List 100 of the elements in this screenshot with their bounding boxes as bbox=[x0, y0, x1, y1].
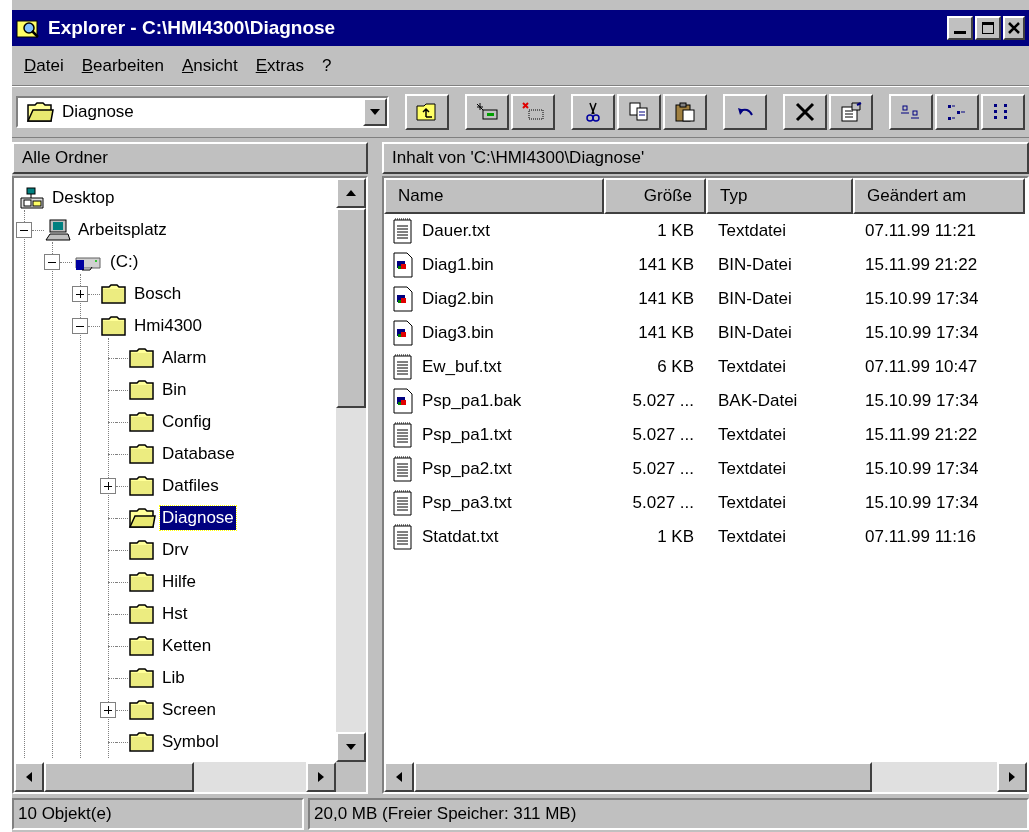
tree-item[interactable]: (C:) bbox=[108, 250, 141, 274]
file-name[interactable]: Ew_buf.txt bbox=[422, 354, 502, 380]
horizontal-scrollbar[interactable] bbox=[14, 762, 336, 792]
file-name[interactable]: Psp_pa2.txt bbox=[422, 456, 512, 482]
small-icons-button[interactable] bbox=[935, 94, 979, 130]
disconnect-drive-button[interactable] bbox=[511, 94, 555, 130]
table-cell-text: 15.10.99 17:34 bbox=[864, 288, 980, 311]
folder-icon bbox=[128, 730, 156, 754]
table-cell-text: 15.10.99 17:34 bbox=[864, 322, 980, 345]
minimize-button[interactable] bbox=[947, 16, 973, 40]
down-arrow-icon bbox=[346, 744, 356, 750]
folder-icon bbox=[128, 666, 156, 690]
folder-icon bbox=[128, 602, 156, 626]
scroll-left-button[interactable] bbox=[14, 762, 44, 792]
table-cell-text: Textdatei bbox=[717, 526, 788, 549]
tree-item[interactable]: Screen bbox=[160, 698, 218, 722]
horizontal-scrollbar[interactable] bbox=[384, 762, 1027, 792]
tree-item[interactable]: Symbol bbox=[160, 730, 221, 754]
table-cell-text: 07.11.99 11:16 bbox=[864, 526, 977, 549]
tree-item[interactable]: Datfiles bbox=[160, 474, 221, 498]
file-name[interactable]: Psp_pa1.txt bbox=[422, 422, 512, 448]
text-file-icon bbox=[392, 490, 414, 516]
properties-button[interactable] bbox=[829, 94, 873, 130]
address-dropdown[interactable]: Diagnose bbox=[16, 96, 389, 128]
cut-button[interactable] bbox=[571, 94, 615, 130]
folder-icon bbox=[128, 410, 156, 434]
vertical-scrollbar[interactable] bbox=[336, 178, 366, 762]
file-name[interactable]: Psp_pa1.bak bbox=[422, 388, 522, 414]
tree-item[interactable]: Hmi4300 bbox=[132, 314, 205, 338]
scroll-right-button[interactable] bbox=[306, 762, 336, 792]
file-name[interactable]: Diag3.bin bbox=[422, 320, 494, 346]
file-name[interactable]: Psp_pa3.txt bbox=[422, 490, 512, 516]
scroll-up-button[interactable] bbox=[336, 178, 366, 208]
scrollbar-thumb[interactable] bbox=[44, 762, 194, 792]
collapse-icon[interactable] bbox=[44, 254, 60, 270]
scrollbar-thumb[interactable] bbox=[336, 208, 366, 408]
file-name[interactable]: Diag1.bin bbox=[422, 252, 494, 278]
tree-item[interactable]: Diagnose bbox=[160, 506, 236, 530]
maximize-button[interactable] bbox=[975, 16, 1001, 40]
folder-up-arrow-icon bbox=[415, 101, 439, 123]
status-text: 20,0 MB (Freier Speicher: 311 MB) bbox=[308, 798, 1029, 830]
expand-icon[interactable] bbox=[72, 286, 88, 302]
expand-icon[interactable] bbox=[100, 478, 116, 494]
tree-item[interactable]: Hilfe bbox=[160, 570, 198, 594]
tree-item[interactable]: Hst bbox=[160, 602, 190, 626]
tree-item[interactable]: Config bbox=[160, 410, 214, 434]
menu-item[interactable]: Bearbeiten bbox=[81, 52, 164, 79]
undo-button[interactable] bbox=[723, 94, 767, 130]
delete-x-icon bbox=[793, 101, 817, 123]
tree-item[interactable]: Bin bbox=[160, 378, 189, 402]
folder-icon bbox=[128, 442, 156, 466]
table-cell-text: 15.11.99 21:22 bbox=[864, 424, 979, 447]
paste-button[interactable] bbox=[663, 94, 707, 130]
menu-item[interactable]: Datei bbox=[24, 52, 64, 79]
tree-item[interactable]: Alarm bbox=[160, 346, 209, 370]
close-button[interactable] bbox=[1003, 16, 1025, 40]
menu-item[interactable]: Ansicht bbox=[181, 52, 238, 79]
tree-item[interactable]: Ketten bbox=[160, 634, 214, 658]
expand-icon[interactable] bbox=[100, 702, 116, 718]
table-cell-text: 5.027 ... bbox=[631, 458, 695, 481]
collapse-icon[interactable] bbox=[16, 222, 32, 238]
tree-item[interactable]: Bosch bbox=[132, 282, 184, 306]
scrollbar-thumb[interactable] bbox=[414, 762, 872, 792]
scroll-down-button[interactable] bbox=[336, 732, 366, 762]
up-folder-button[interactable] bbox=[405, 94, 449, 130]
computer-icon bbox=[44, 218, 72, 242]
file-name[interactable]: Dauer.txt bbox=[422, 218, 491, 244]
menu-item[interactable]: Extras bbox=[255, 52, 304, 79]
folder-icon bbox=[128, 634, 156, 658]
tree-item[interactable]: Lib bbox=[160, 666, 187, 690]
table-cell-text: 15.10.99 17:34 bbox=[864, 458, 980, 481]
collapse-icon[interactable] bbox=[72, 318, 88, 334]
pane-header: Inhalt von 'C:\HMI4300\Diagnose' bbox=[382, 142, 1029, 174]
map-drive-button[interactable] bbox=[465, 94, 509, 130]
large-icons-button[interactable] bbox=[889, 94, 933, 130]
file-name[interactable]: Diag2.bin bbox=[422, 286, 494, 312]
binary-file-icon bbox=[392, 388, 414, 414]
menu-item[interactable]: ? bbox=[321, 52, 332, 79]
column-header[interactable]: Größe bbox=[604, 178, 706, 214]
scroll-right-button[interactable] bbox=[997, 762, 1027, 792]
delete-button[interactable] bbox=[783, 94, 827, 130]
scroll-left-button[interactable] bbox=[384, 762, 414, 792]
list-view-button[interactable] bbox=[981, 94, 1025, 130]
column-header[interactable]: Name bbox=[384, 178, 604, 214]
up-arrow-icon bbox=[346, 190, 356, 196]
tree-item[interactable]: Desktop bbox=[50, 186, 117, 210]
folder-icon bbox=[128, 474, 156, 498]
table-cell-text: 1 KB bbox=[656, 220, 695, 243]
text-file-icon bbox=[392, 524, 414, 550]
file-name[interactable]: Statdat.txt bbox=[422, 524, 499, 550]
column-header[interactable]: Geändert am bbox=[853, 178, 1025, 214]
folder-icon bbox=[100, 314, 128, 338]
copy-button[interactable] bbox=[617, 94, 661, 130]
table-cell-text: 15.11.99 21:22 bbox=[864, 254, 979, 277]
table-cell-text: BIN-Datei bbox=[717, 254, 793, 277]
tree-item[interactable]: Arbeitsplatz bbox=[76, 218, 169, 242]
column-header[interactable]: Typ bbox=[706, 178, 853, 214]
tree-item[interactable]: Database bbox=[160, 442, 237, 466]
tree-item[interactable]: Drv bbox=[160, 538, 191, 562]
right-arrow-icon bbox=[1009, 772, 1015, 782]
